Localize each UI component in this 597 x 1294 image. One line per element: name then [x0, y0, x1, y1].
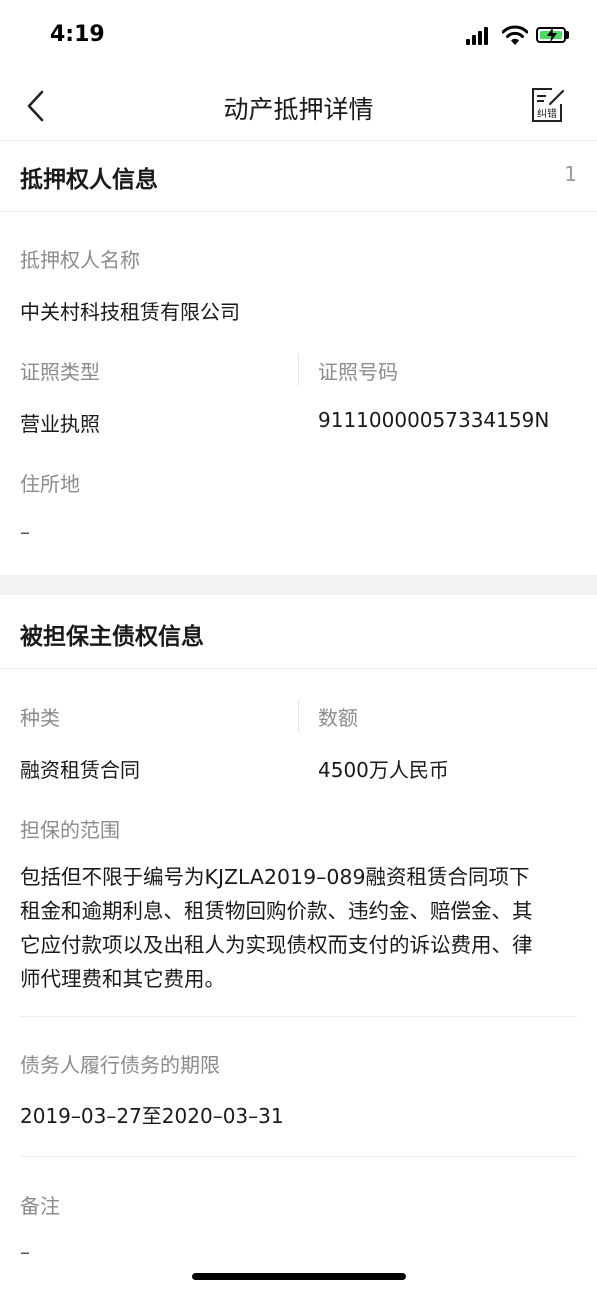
status-time: 4:19	[50, 22, 105, 47]
kind-value: 融资租赁合同	[20, 758, 140, 782]
divider	[20, 1156, 577, 1157]
section-gap	[0, 575, 597, 595]
wifi-icon	[502, 25, 528, 45]
scope-line: 它应付款项以及出租人为实现债权而支付的诉讼费用、律	[20, 933, 533, 957]
address-value: –	[20, 520, 30, 544]
scope-line: 包括但不限于编号为KJZLA2019–089融资租赁合同项下	[20, 865, 530, 889]
scope-line: 租金和逾期利息、租赁物回购价款、违约金、赔偿金、其	[20, 899, 533, 923]
page-title: 动产抵押详情	[223, 95, 374, 124]
secured-claim-section-header: 被担保主债权信息	[0, 595, 597, 669]
mortgagee-name-label: 抵押权人名称	[20, 248, 140, 272]
scope-line: 师代理费和其它费用。	[20, 967, 225, 991]
home-indicator[interactable]	[192, 1273, 406, 1280]
remark-label: 备注	[20, 1194, 60, 1218]
cert-no-label: 证照号码	[318, 360, 398, 384]
section-count: 1	[564, 162, 577, 186]
amount-label: 数额	[318, 706, 358, 730]
section-title: 被担保主债权信息	[20, 624, 204, 650]
charging-bolt-icon	[547, 27, 557, 43]
correction-report-icon[interactable]: 纠错	[528, 86, 566, 124]
mortgagee-name-value: 中关村科技租赁有限公司	[20, 300, 240, 324]
correction-icon-label: 纠错	[537, 107, 557, 120]
nav-bar: 动产抵押详情 纠错	[0, 72, 597, 141]
cert-type-label: 证照类型	[20, 360, 100, 384]
term-label: 债务人履行债务的期限	[20, 1053, 220, 1077]
scope-label: 担保的范围	[20, 818, 120, 842]
cert-no-value: 91110000057334159N	[318, 408, 550, 432]
address-label: 住所地	[20, 472, 80, 496]
cert-type-value: 营业执照	[20, 412, 100, 436]
remark-value: –	[20, 1240, 30, 1264]
column-divider	[298, 700, 299, 732]
status-bar: 4:19	[0, 0, 597, 72]
kind-label: 种类	[20, 706, 60, 730]
mortgagee-section-header: 抵押权人信息 1	[0, 140, 597, 212]
column-divider	[298, 354, 299, 386]
amount-value: 4500万人民币	[318, 758, 449, 782]
scope-text: 包括但不限于编号为KJZLA2019–089融资租赁合同项下 租金和逾期利息、租…	[20, 860, 580, 996]
term-value: 2019–03–27至2020–03–31	[20, 1104, 284, 1128]
battery-tip	[566, 31, 569, 39]
section-title: 抵押权人信息	[20, 167, 158, 193]
divider	[20, 1016, 577, 1017]
cellular-signal-icon	[466, 27, 494, 45]
